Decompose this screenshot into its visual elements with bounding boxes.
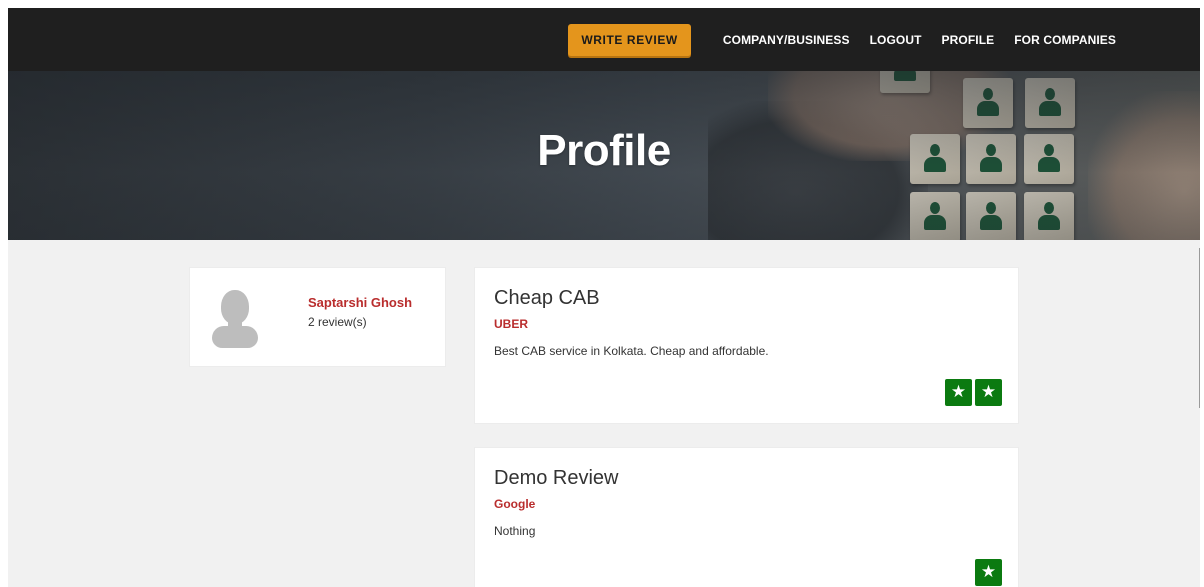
- review-text: Nothing: [494, 524, 536, 538]
- review-card: Cheap CAB UBER Best CAB service in Kolka…: [474, 267, 1019, 424]
- page-title: Profile: [537, 126, 671, 175]
- profile-review-count: 2 review(s): [308, 315, 367, 329]
- page-frame: WRITE REVIEW COMPANY/BUSINESS LOGOUT PRO…: [8, 8, 1200, 587]
- profile-card: Saptarshi Ghosh 2 review(s): [189, 267, 446, 367]
- write-review-button[interactable]: WRITE REVIEW: [568, 23, 691, 56]
- star-rating: ★: [975, 559, 1002, 586]
- nav-link-company-business[interactable]: COMPANY/BUSINESS: [723, 33, 850, 47]
- review-text: Best CAB service in Kolkata. Cheap and a…: [494, 344, 769, 358]
- review-title: Demo Review: [494, 467, 619, 489]
- top-navbar: WRITE REVIEW COMPANY/BUSINESS LOGOUT PRO…: [8, 8, 1200, 71]
- nav-link-for-companies[interactable]: FOR COMPANIES: [1014, 33, 1116, 47]
- star-icon: ★: [945, 379, 972, 406]
- review-company-link[interactable]: UBER: [494, 317, 528, 331]
- person-silhouette-icon: [212, 290, 258, 348]
- hero-banner: Profile: [8, 71, 1200, 240]
- review-title: Cheap CAB: [494, 287, 600, 309]
- review-card: Demo Review Google Nothing ★: [474, 447, 1019, 587]
- scrollbar-edge[interactable]: [1199, 248, 1200, 408]
- star-icon: ★: [975, 379, 1002, 406]
- nav-link-profile[interactable]: PROFILE: [942, 33, 995, 47]
- star-icon: ★: [975, 559, 1002, 586]
- profile-name-link[interactable]: Saptarshi Ghosh: [308, 295, 412, 310]
- review-company-link[interactable]: Google: [494, 497, 535, 511]
- nav-link-logout[interactable]: LOGOUT: [870, 33, 922, 47]
- star-rating: ★ ★: [945, 379, 1002, 406]
